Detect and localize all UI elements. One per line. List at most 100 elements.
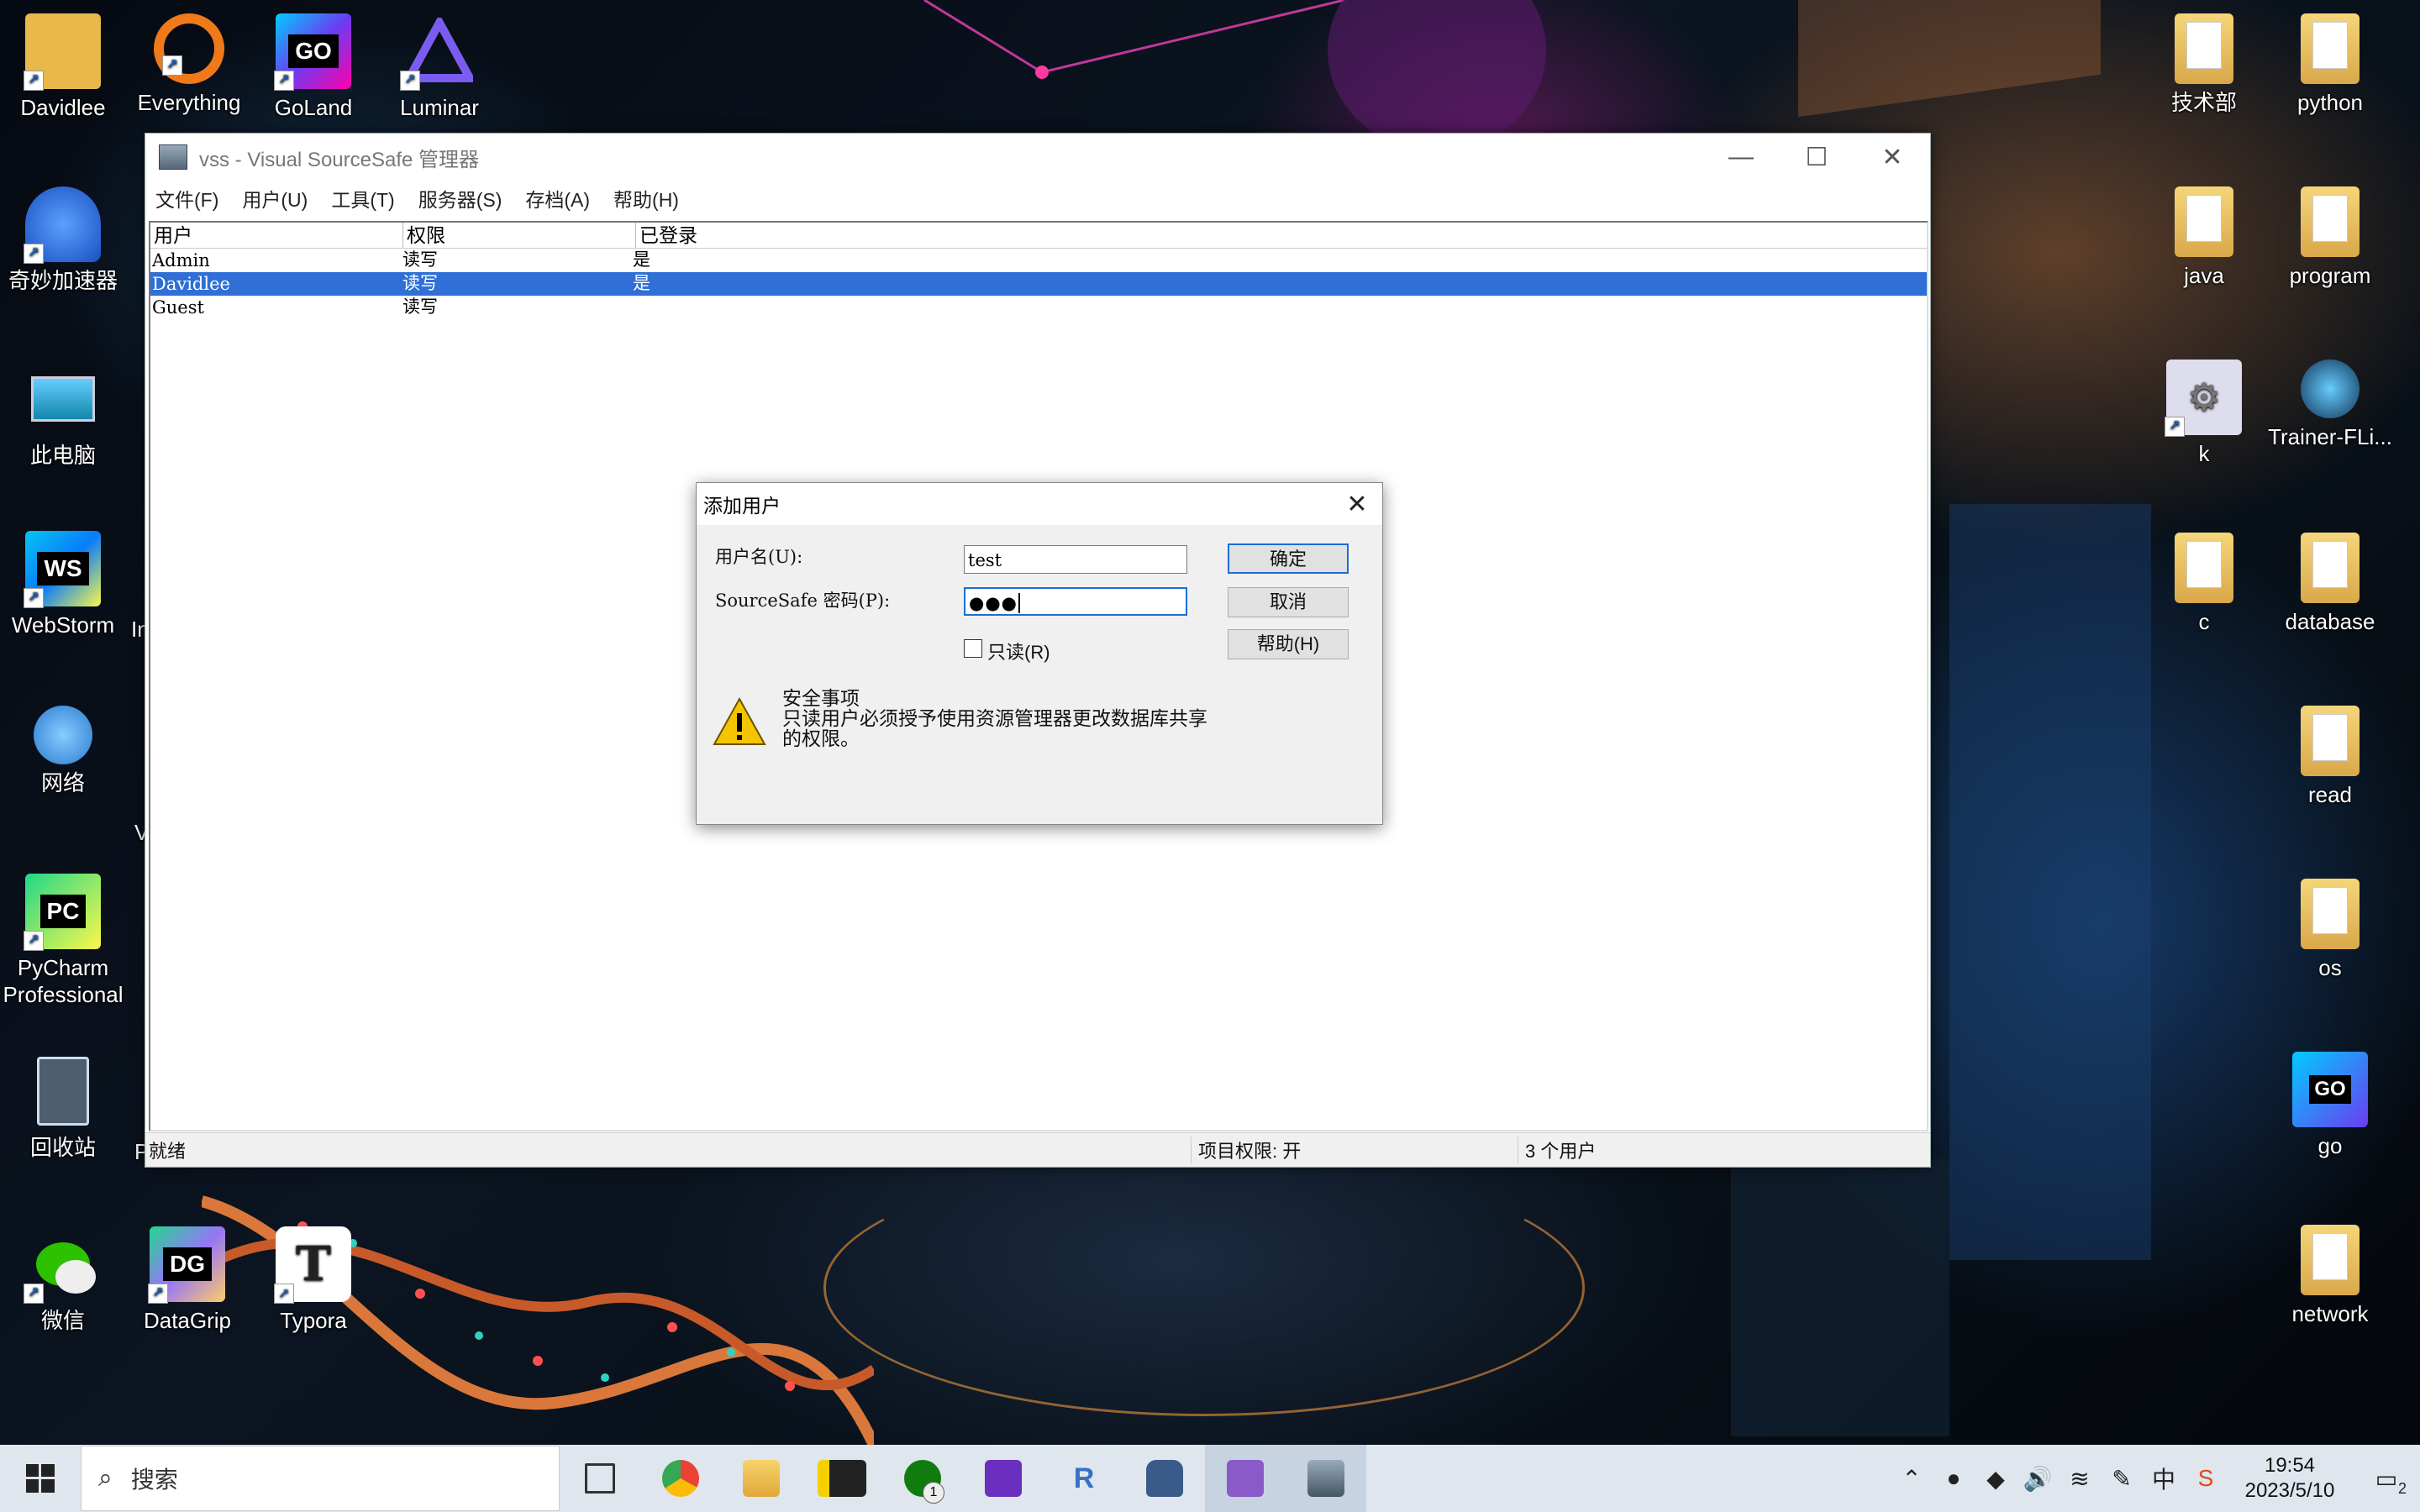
ok-button[interactable]: 确定: [1228, 543, 1349, 574]
column-header-user[interactable]: 用户: [150, 223, 403, 248]
column-header-rights[interactable]: 权限: [403, 223, 636, 248]
desktop-icon-network[interactable]: 网络: [0, 706, 126, 796]
security-note-title: 安全事项: [782, 687, 860, 709]
help-button[interactable]: 帮助(H): [1228, 629, 1349, 659]
status-user-count: 3 个用户: [1518, 1137, 1844, 1163]
file-explorer-icon[interactable]: [721, 1445, 802, 1512]
desktop-icon-folder-program[interactable]: program: [2267, 186, 2393, 289]
qq-icon[interactable]: ●: [1933, 1465, 1975, 1492]
close-button[interactable]: ✕: [1854, 134, 1930, 181]
desktop-icon-datagrip[interactable]: DG ↗ DataGrip: [124, 1226, 250, 1334]
cat-icon[interactable]: [1124, 1445, 1205, 1512]
desktop-icon-wechat[interactable]: ↗ 微信: [0, 1226, 126, 1334]
desktop-icon-folder-python[interactable]: python: [2267, 13, 2393, 116]
readonly-checkbox[interactable]: [964, 639, 982, 658]
task-view-icon[interactable]: [560, 1445, 640, 1512]
menu-help[interactable]: 帮助(H): [613, 184, 679, 213]
user-name-cell: Guest: [152, 297, 204, 318]
desktop-icon-folder-os[interactable]: os: [2267, 879, 2393, 981]
clock-date: 2023/5/10: [2244, 1479, 2335, 1502]
pen-icon[interactable]: ✎: [2101, 1465, 2143, 1493]
desktop-icon-this-pc[interactable]: 此电脑: [0, 361, 126, 469]
desktop-icon-everything[interactable]: ↗ Everything: [126, 13, 252, 116]
dialog-close-icon[interactable]: ✕: [1332, 490, 1382, 519]
notification-center-icon[interactable]: ▭ 2: [2353, 1465, 2420, 1497]
column-header-logged-in[interactable]: 已登录: [636, 223, 1927, 248]
desktop-icon-go[interactable]: GO go: [2267, 1052, 2393, 1159]
rights-cell: 读写: [402, 250, 438, 270]
webstorm-icon: WS ↗: [24, 531, 101, 608]
desktop-icon-luminar[interactable]: ↗ Luminar: [376, 13, 502, 121]
desktop-icon-folder-database[interactable]: database: [2267, 533, 2393, 635]
status-ready: 就绪: [149, 1141, 187, 1162]
security-note-text: 只读用户必须授予使用资源管理器更改数据库共享: [782, 707, 1207, 729]
password-label: SourceSafe 密码(P):: [715, 591, 891, 611]
rider-icon[interactable]: R: [1044, 1445, 1124, 1512]
desktop-icon-davidlee[interactable]: ↗ Davidlee: [0, 13, 126, 121]
cancel-button[interactable]: 取消: [1228, 587, 1349, 617]
desktop-icon-folder-jishubu[interactable]: 技术部: [2141, 13, 2267, 116]
password-input[interactable]: ●●●: [964, 587, 1187, 616]
cat-tray-icon[interactable]: ◆: [1975, 1465, 2017, 1493]
dialog-title: 添加用户: [703, 495, 781, 517]
ime-indicator[interactable]: 中: [2143, 1462, 2185, 1495]
readonly-label[interactable]: 只读(R): [987, 638, 1050, 664]
volume-icon[interactable]: 🔊: [2017, 1465, 2059, 1493]
desktop-icon-pycharm[interactable]: PC ↗ PyCharm Professional: [0, 874, 126, 1008]
wechat-icon: ↗: [24, 1226, 101, 1304]
clock[interactable]: 19:54 2023/5/10: [2227, 1453, 2353, 1504]
menu-archive[interactable]: 存档(A): [525, 184, 590, 213]
table-row[interactable]: Admin 读写 是: [150, 249, 1927, 272]
start-button[interactable]: [0, 1445, 81, 1512]
notes-icon[interactable]: [1205, 1445, 1286, 1512]
desktop-icon-webstorm[interactable]: WS ↗ WebStorm: [0, 531, 126, 638]
menu-server[interactable]: 服务器(S): [418, 184, 502, 213]
accelerator-icon: ↗: [24, 186, 101, 264]
folder-icon: [2175, 13, 2233, 84]
status-bar: 就绪 项目权限: 开 3 个用户: [145, 1132, 1930, 1167]
table-row-selected[interactable]: Davidlee 读写 是: [150, 272, 1927, 296]
dialog-title-bar[interactable]: 添加用户 ✕: [697, 483, 1382, 525]
username-input[interactable]: test: [964, 545, 1187, 574]
folder-icon: [2175, 533, 2233, 603]
chrome-icon[interactable]: [640, 1445, 721, 1512]
desktop-icon-recycle-bin[interactable]: 回收站: [0, 1053, 126, 1161]
folder-icon: [2301, 13, 2360, 84]
folder-icon: [2301, 1225, 2360, 1295]
vss-icon[interactable]: [1286, 1445, 1366, 1512]
title-bar[interactable]: vss - Visual SourceSafe 管理器 — ☐ ✕: [145, 134, 1930, 181]
desktop-icon-trainer[interactable]: Trainer-FLi...: [2267, 360, 2393, 450]
folder-icon: [2175, 186, 2233, 257]
taskbar-search-box[interactable]: ⌕ 搜索: [81, 1446, 560, 1511]
sogou-icon[interactable]: S: [2185, 1465, 2227, 1492]
vss-app-icon: [159, 144, 187, 170]
password-mask: ●●●: [969, 593, 1018, 613]
username-label: 用户名(U):: [715, 547, 803, 567]
folder-icon: [2301, 706, 2360, 776]
taskbar: ⌕ 搜索 1 R ⌃ ● ◆ 🔊 ≋ ✎ 中 S 19:54 2023/5/10…: [0, 1445, 2420, 1512]
desktop-icon-accelerator[interactable]: ↗ 奇妙加速器: [0, 186, 126, 294]
desktop-icon-folder-java[interactable]: java: [2141, 186, 2267, 289]
table-row[interactable]: Guest 读写: [150, 296, 1927, 319]
desktop-icon-goland[interactable]: GO ↗ GoLand: [250, 13, 376, 121]
maximize-button[interactable]: ☐: [1779, 134, 1854, 181]
list-header: 用户 权限 已登录: [150, 223, 1927, 249]
user-name-cell: Admin: [152, 250, 210, 270]
desktop-icon-folder-network[interactable]: network: [2267, 1225, 2393, 1327]
settings-shortcut-icon: ⚙ ↗: [2165, 360, 2242, 437]
rights-cell: 读写: [402, 297, 438, 317]
xbox-icon[interactable]: 1: [882, 1445, 963, 1512]
app-icon[interactable]: [963, 1445, 1044, 1512]
desktop-icon-folder-read[interactable]: read: [2267, 706, 2393, 808]
desktop-icon-folder-c[interactable]: c: [2141, 533, 2267, 635]
menu-tools[interactable]: 工具(T): [331, 184, 394, 213]
wifi-icon[interactable]: ≋: [2059, 1465, 2101, 1493]
minimize-button[interactable]: —: [1703, 134, 1779, 181]
desktop-icon-typora[interactable]: T ↗ Typora: [250, 1226, 376, 1334]
chevron-up-icon[interactable]: ⌃: [1891, 1465, 1933, 1493]
wallpaper-ring: [823, 1159, 1585, 1416]
sticky-notes-icon[interactable]: [802, 1445, 882, 1512]
desktop-icon-k[interactable]: ⚙ ↗ k: [2141, 360, 2267, 467]
menu-users[interactable]: 用户(U): [242, 184, 308, 213]
menu-file[interactable]: 文件(F): [155, 184, 218, 213]
